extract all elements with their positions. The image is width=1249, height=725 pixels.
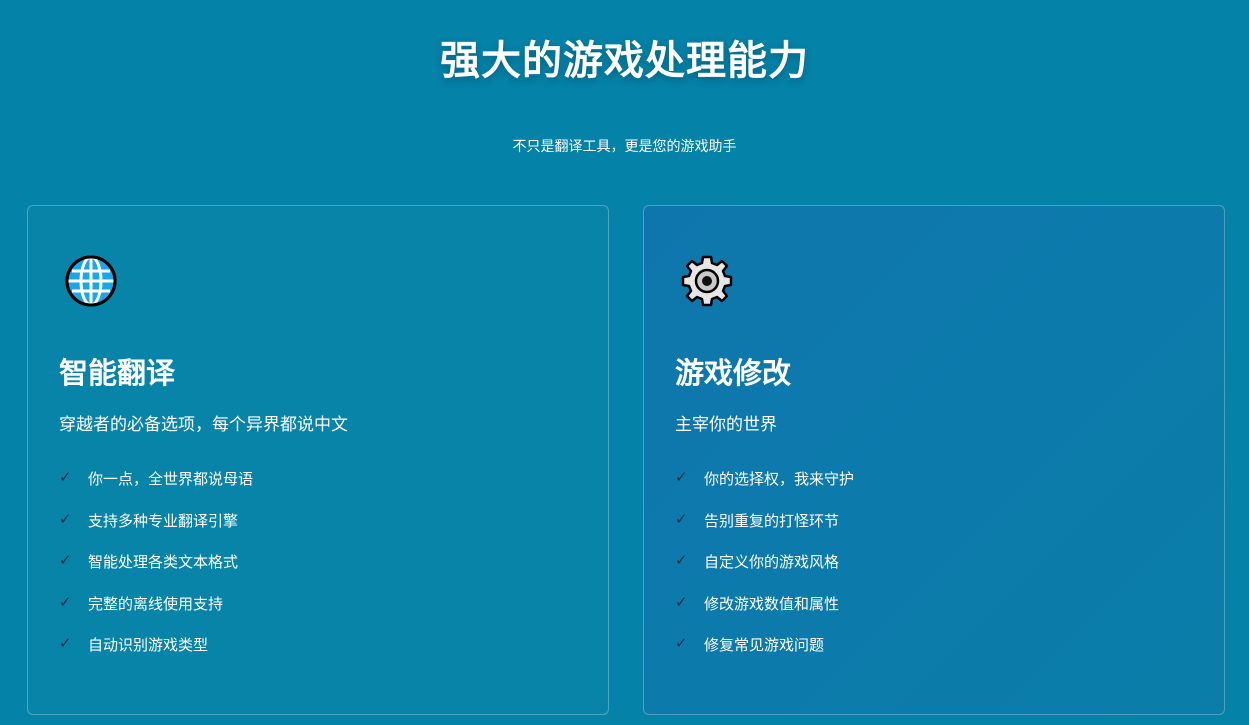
card-title: 智能翻译 xyxy=(59,356,176,390)
check-icon: ✓ xyxy=(59,634,72,653)
feature-item: ✓ 告别重复的打怪环节 xyxy=(675,510,854,552)
feature-item: ✓ 修复常见游戏问题 xyxy=(675,634,854,676)
card-description: 主宰你的世界 xyxy=(675,415,777,435)
feature-item: ✓ 你的选择权，我来守护 xyxy=(675,468,854,510)
section-subtitle: 不只是翻译工具，更是您的游戏助手 xyxy=(512,139,737,155)
feature-text: 告别重复的打怪环节 xyxy=(704,511,840,530)
feature-text: 智能处理各类文本格式 xyxy=(88,553,239,572)
feature-text: 修改游戏数值和属性 xyxy=(704,594,840,613)
feature-text: 你一点，全世界都说母语 xyxy=(88,470,254,488)
globe-icon xyxy=(64,254,118,308)
translation-card: 智能翻译 穿越者的必备选项，每个异界都说中文 ✓ 你一点，全世界都说母语 ✓ 支… xyxy=(27,205,609,715)
check-icon: ✓ xyxy=(59,509,72,528)
check-icon: ✓ xyxy=(59,592,72,611)
feature-list: ✓ 你一点，全世界都说母语 ✓ 支持多种专业翻译引擎 ✓ 智能处理各类文本格式 … xyxy=(59,468,253,676)
check-icon: ✓ xyxy=(675,551,688,570)
feature-item: ✓ 完整的离线使用支持 xyxy=(59,593,253,635)
feature-text: 你的选择权，我来守护 xyxy=(704,470,855,488)
feature-item: ✓ 支持多种专业翻译引擎 xyxy=(59,510,253,552)
game-mod-card: 游戏修改 主宰你的世界 ✓ 你的选择权，我来守护 ✓ 告别重复的打怪环节 ✓ 自… xyxy=(643,205,1225,715)
feature-item: ✓ 智能处理各类文本格式 xyxy=(59,551,253,593)
check-icon: ✓ xyxy=(675,634,688,653)
gear-icon xyxy=(680,254,734,308)
feature-text: 支持多种专业翻译引擎 xyxy=(88,511,239,530)
card-description: 穿越者的必备选项，每个异界都说中文 xyxy=(59,415,348,435)
feature-item: ✓ 修改游戏数值和属性 xyxy=(675,593,854,635)
check-icon: ✓ xyxy=(675,509,688,528)
feature-item: ✓ 自动识别游戏类型 xyxy=(59,634,253,676)
feature-text: 完整的离线使用支持 xyxy=(88,594,224,613)
feature-text: 自动识别游戏类型 xyxy=(88,636,209,655)
section-title: 强大的游戏处理能力 xyxy=(440,38,809,84)
card-title: 游戏修改 xyxy=(675,356,792,390)
feature-list: ✓ 你的选择权，我来守护 ✓ 告别重复的打怪环节 ✓ 自定义你的游戏风格 ✓ 修… xyxy=(675,468,854,676)
feature-text: 自定义你的游戏风格 xyxy=(704,553,840,572)
feature-item: ✓ 你一点，全世界都说母语 xyxy=(59,468,253,510)
check-icon: ✓ xyxy=(59,468,72,486)
check-icon: ✓ xyxy=(675,468,688,486)
check-icon: ✓ xyxy=(59,551,72,570)
check-icon: ✓ xyxy=(675,592,688,611)
feature-text: 修复常见游戏问题 xyxy=(704,636,825,655)
feature-item: ✓ 自定义你的游戏风格 xyxy=(675,551,854,593)
